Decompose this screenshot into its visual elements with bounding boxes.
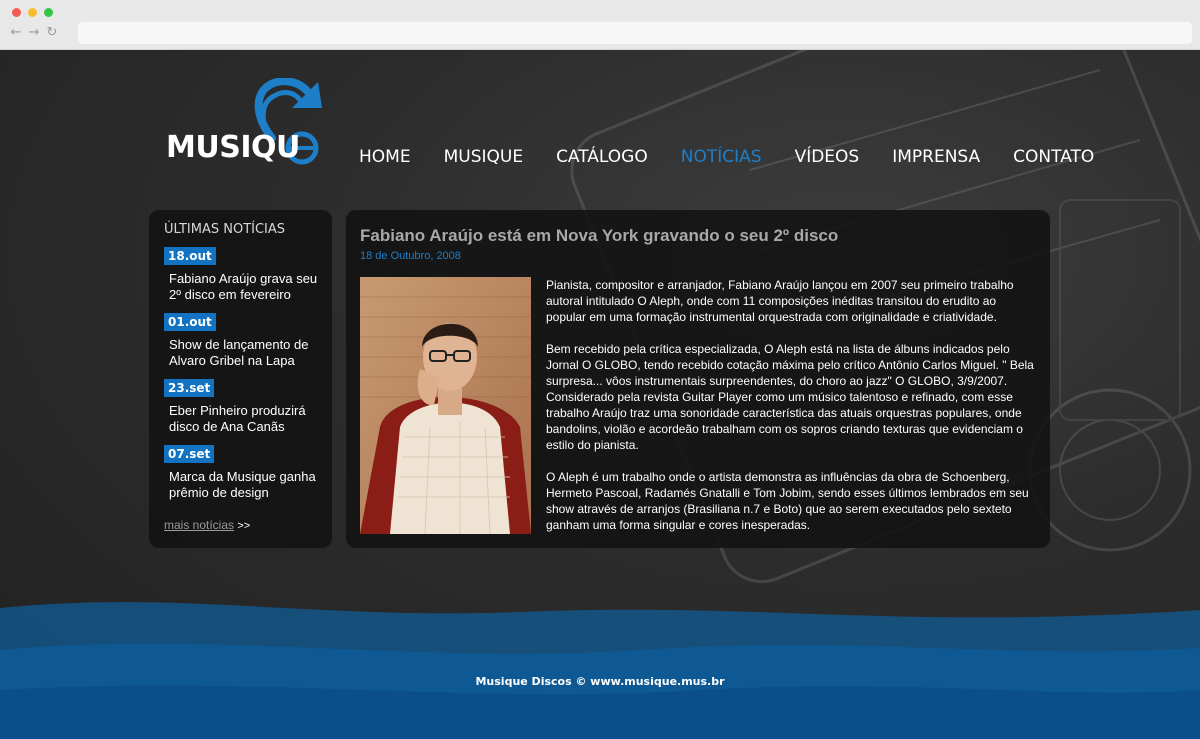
news-item[interactable]: 18.out Fabiano Araújo grava seu 2º disco… (164, 247, 332, 303)
news-headline[interactable]: Show de lançamento de Alvaro Gribel na L… (164, 337, 319, 369)
news-date-badge: 23.set (164, 379, 215, 397)
browser-chrome: ← → ↻ (0, 0, 1200, 50)
sidebar-title: ÚLTIMAS NOTÍCIAS (164, 222, 286, 237)
minimize-window-button[interactable] (28, 8, 37, 17)
more-news-link[interactable]: mais notícias >> (164, 518, 250, 532)
musique-logo[interactable]: MUSIQU (164, 78, 324, 170)
nav-home[interactable]: HOME (359, 147, 411, 167)
news-date-badge: 18.out (164, 247, 216, 265)
blue-wave-background (0, 602, 1200, 739)
nav-catalogo[interactable]: CATÁLOGO (556, 147, 648, 167)
nav-contato[interactable]: CONTATO (1013, 147, 1094, 167)
article-paragraph: O Aleph é um trabalho onde o artista dem… (546, 470, 1029, 532)
reload-icon[interactable]: ↻ (46, 25, 58, 41)
more-news-label[interactable]: mais notícias (164, 518, 234, 532)
news-headline[interactable]: Fabiano Araújo grava seu 2º disco em fev… (164, 271, 319, 303)
article-paragraph: Bem recebido pela crítica especializada,… (546, 342, 1034, 452)
news-item[interactable]: 23.set Eber Pinheiro produzirá disco de … (164, 379, 332, 435)
news-headline[interactable]: Eber Pinheiro produzirá disco de Ana Can… (164, 403, 319, 435)
window-controls (12, 8, 53, 17)
close-window-button[interactable] (12, 8, 21, 17)
address-bar[interactable] (78, 22, 1192, 44)
news-date-badge: 07.set (164, 445, 215, 463)
latest-news-sidebar: ÚLTIMAS NOTÍCIAS 18.out Fabiano Araújo g… (149, 210, 332, 548)
article-paragraph: Pianista, compositor e arranjador, Fabia… (546, 278, 1014, 324)
nav-noticias[interactable]: NOTÍCIAS (681, 147, 762, 167)
maximize-window-button[interactable] (44, 8, 53, 17)
news-date-badge: 01.out (164, 313, 216, 331)
news-headline[interactable]: Marca da Musique ganha prêmio de design (164, 469, 319, 501)
double-chevron-right-icon: >> (237, 520, 251, 532)
browser-nav-buttons: ← → ↻ (10, 25, 58, 41)
article-date: 18 de Outubro, 2008 (360, 250, 461, 262)
artist-photo (360, 277, 531, 534)
logo-wordmark: MUSIQU (166, 130, 300, 165)
nav-imprensa[interactable]: IMPRENSA (892, 147, 980, 167)
site-viewport: MUSIQU HOME MUSIQUE CATÁLOGO NOTÍCIAS VÍ… (0, 50, 1200, 739)
back-arrow-icon[interactable]: ← (10, 25, 22, 41)
article-body: Pianista, compositor e arranjador, Fabia… (546, 277, 1036, 549)
footer-copyright: Musique Discos © www.musique.mus.br (475, 675, 725, 688)
forward-arrow-icon[interactable]: → (28, 25, 40, 41)
news-item[interactable]: 01.out Show de lançamento de Alvaro Grib… (164, 313, 332, 369)
main-navigation: HOME MUSIQUE CATÁLOGO NOTÍCIAS VÍDEOS IM… (359, 147, 1127, 167)
article-title: Fabiano Araújo está em Nova York gravand… (360, 226, 839, 245)
nav-musique[interactable]: MUSIQUE (444, 147, 523, 167)
article-panel: Fabiano Araújo está em Nova York gravand… (346, 210, 1050, 548)
nav-videos[interactable]: VÍDEOS (795, 147, 860, 167)
news-item[interactable]: 07.set Marca da Musique ganha prêmio de … (164, 445, 332, 501)
